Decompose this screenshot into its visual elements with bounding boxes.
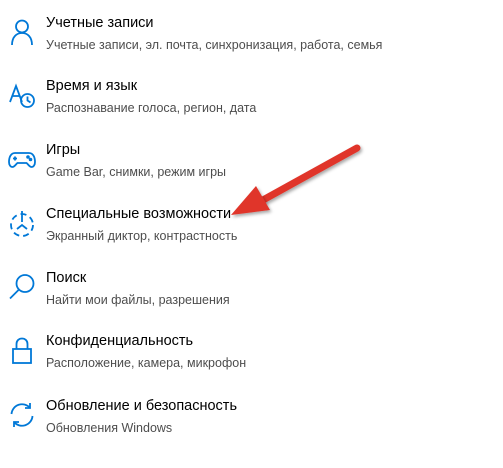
settings-item-description: Найти мои файлы, разрешения bbox=[46, 293, 230, 307]
settings-item-privacy[interactable]: Конфиденциальность Расположение, камера,… bbox=[0, 327, 480, 379]
time-language-icon bbox=[7, 80, 37, 110]
settings-item-title: Учетные записи bbox=[46, 15, 154, 31]
settings-item-ease-of-access[interactable]: Специальные возможности Экранный диктор,… bbox=[0, 200, 480, 252]
settings-page: Учетные записи Учетные записи, эл. почта… bbox=[0, 0, 503, 468]
settings-item-description: Экранный диктор, контрастность bbox=[46, 229, 238, 243]
settings-item-search[interactable]: Поиск Найти мои файлы, разрешения bbox=[0, 264, 480, 316]
person-icon bbox=[7, 17, 37, 47]
settings-item-description: Game Bar, снимки, режим игры bbox=[46, 165, 226, 179]
settings-item-title: Обновление и безопасность bbox=[46, 398, 237, 414]
settings-item-accounts[interactable]: Учетные записи Учетные записи, эл. почта… bbox=[0, 9, 480, 61]
settings-item-title: Время и язык bbox=[46, 78, 138, 94]
settings-item-title: Конфиденциальность bbox=[46, 333, 194, 349]
settings-item-title: Специальные возможности bbox=[46, 206, 232, 222]
settings-item-description: Расположение, камера, микрофон bbox=[46, 356, 247, 370]
settings-item-gaming[interactable]: Игры Game Bar, снимки, режим игры bbox=[0, 136, 480, 188]
sync-icon bbox=[7, 400, 37, 430]
settings-item-update-security[interactable]: Обновление и безопасность Обновления Win… bbox=[0, 392, 480, 444]
settings-item-description: Учетные записи, эл. почта, синхронизация… bbox=[46, 38, 383, 52]
settings-item-time-language[interactable]: Время и язык Распознавание голоса, регио… bbox=[0, 72, 480, 124]
ease-of-access-icon bbox=[7, 208, 37, 238]
search-icon bbox=[7, 272, 37, 302]
settings-item-description: Обновления Windows bbox=[46, 421, 173, 435]
settings-item-description: Распознавание голоса, регион, дата bbox=[46, 101, 257, 115]
lock-icon bbox=[7, 335, 37, 365]
gamepad-icon bbox=[7, 144, 37, 174]
settings-item-title: Поиск bbox=[46, 270, 87, 286]
settings-item-title: Игры bbox=[46, 142, 81, 158]
